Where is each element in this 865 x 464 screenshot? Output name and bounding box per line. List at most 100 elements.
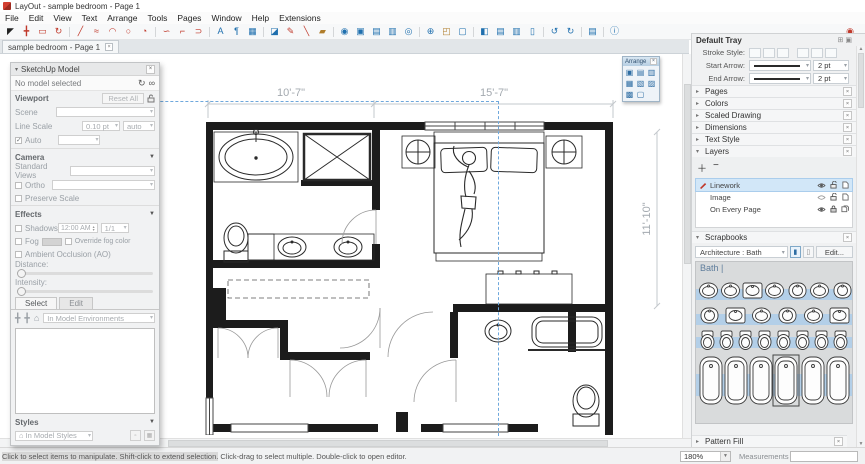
- scrapbook-edit-button[interactable]: Edit...: [816, 246, 853, 258]
- add-page-icon[interactable]: ▣: [353, 25, 368, 39]
- panel-close-icon[interactable]: ×: [146, 65, 155, 74]
- menu-arrange[interactable]: Arrange: [102, 13, 142, 23]
- section-layers[interactable]: ▾ Layers ×: [692, 145, 856, 157]
- fog-checkbox[interactable]: [15, 238, 22, 245]
- layer-lock-icon[interactable]: [828, 193, 838, 201]
- text-tool-icon[interactable]: A: [213, 25, 228, 39]
- refresh-model-icon[interactable]: ↻: [138, 78, 146, 89]
- label-tool-icon[interactable]: ¶: [229, 25, 244, 39]
- ortho-dropdown[interactable]: [52, 180, 155, 190]
- shadows-checkbox[interactable]: [15, 225, 22, 232]
- layer-visible-icon[interactable]: [816, 206, 826, 213]
- copy-icon[interactable]: ▤: [493, 25, 508, 39]
- tab-close-icon[interactable]: ×: [105, 43, 113, 51]
- arrange-close-icon[interactable]: ×: [650, 58, 657, 65]
- select-tool-icon[interactable]: ◤: [3, 25, 18, 39]
- presenter-view-icon[interactable]: ◎: [401, 25, 416, 39]
- flip-horizontal-icon[interactable]: ▧: [635, 78, 646, 89]
- start-arrow-style-dropdown[interactable]: [749, 60, 811, 71]
- section-colors-close-icon[interactable]: ×: [843, 99, 852, 108]
- environments-dropdown[interactable]: In Model Environments: [43, 313, 155, 323]
- layer-page-icon[interactable]: [840, 193, 850, 201]
- rectangle-tool-icon[interactable]: ▭: [35, 25, 50, 39]
- section-text-style[interactable]: ▸ Text Style ×: [692, 133, 856, 145]
- offset-tool-icon[interactable]: ⊃: [191, 25, 206, 39]
- dimension-label-right[interactable]: 11'-10": [641, 202, 653, 235]
- ortho-checkbox[interactable]: [15, 182, 22, 189]
- redo-icon[interactable]: ↻: [563, 25, 578, 39]
- styles-grid-button[interactable]: ▦: [144, 430, 155, 441]
- stroke-cap-1-button[interactable]: [797, 48, 809, 58]
- section-colors[interactable]: ▸ Colors ×: [692, 97, 856, 109]
- styles-dropdown[interactable]: ⌂In Model Styles: [15, 431, 93, 441]
- menu-help[interactable]: Help: [247, 13, 274, 23]
- section-scaled-drawing[interactable]: ▸ Scaled Drawing ×: [692, 109, 856, 121]
- section-scrapbooks[interactable]: ▾ Scrapbooks ×: [692, 231, 856, 243]
- distance-slider[interactable]: [17, 272, 153, 275]
- format-painter-icon[interactable]: ◧: [477, 25, 492, 39]
- menu-view[interactable]: View: [48, 13, 76, 23]
- layer-locked-icon[interactable]: [828, 205, 838, 213]
- camera-filter-icon[interactable]: ▼: [149, 154, 155, 160]
- freehand-tool-icon[interactable]: ≈: [89, 25, 104, 39]
- canvas-vertical-scrollbar[interactable]: [682, 54, 691, 438]
- tab-edit[interactable]: Edit: [59, 297, 93, 309]
- eraser-tool-icon[interactable]: ◪: [267, 25, 282, 39]
- stroke-cap-2-button[interactable]: [811, 48, 823, 58]
- send-to-back-icon[interactable]: ▦: [624, 78, 635, 89]
- section-dimensions-close-icon[interactable]: ×: [843, 123, 852, 132]
- layer-shared-pages-icon[interactable]: [840, 205, 850, 213]
- pan-environment-icon[interactable]: ╋: [15, 313, 20, 324]
- section-scrapbooks-close-icon[interactable]: ×: [843, 233, 852, 242]
- tray-options-icon[interactable]: ▣: [845, 36, 852, 44]
- zoom-dropdown-arrow-icon[interactable]: ▼: [720, 452, 730, 461]
- orbit-environment-icon[interactable]: ╋: [24, 313, 29, 324]
- layer-page-icon[interactable]: [840, 181, 850, 189]
- menu-edit[interactable]: Edit: [24, 13, 49, 23]
- section-pages[interactable]: ▸ Pages ×: [692, 85, 856, 97]
- table-tool-icon[interactable]: ▦: [245, 25, 260, 39]
- scroll-down-icon[interactable]: ▼: [857, 441, 865, 447]
- bring-to-front-icon[interactable]: ▣: [624, 67, 635, 78]
- scrapbook-grid-view-icon[interactable]: ▯: [803, 246, 814, 258]
- previous-page-icon[interactable]: ▤: [369, 25, 384, 39]
- measurements-input[interactable]: [790, 451, 858, 462]
- ao-checkbox[interactable]: [15, 251, 22, 258]
- arc-tool-icon[interactable]: ◠: [105, 25, 120, 39]
- menu-pages[interactable]: Pages: [172, 13, 206, 23]
- style-tool-icon[interactable]: ✎: [283, 25, 298, 39]
- stroke-cap-3-button[interactable]: [825, 48, 837, 58]
- menu-tools[interactable]: Tools: [142, 13, 172, 23]
- open-icon[interactable]: ◰: [439, 25, 454, 39]
- layer-hidden-icon[interactable]: [816, 194, 826, 201]
- effects-filter-icon[interactable]: ▼: [149, 211, 155, 217]
- bring-forward-icon[interactable]: ▤: [635, 67, 646, 78]
- styles-filter-icon[interactable]: ▼: [149, 419, 155, 425]
- next-page-icon[interactable]: ▥: [385, 25, 400, 39]
- layer-row-linework[interactable]: Linework: [696, 179, 852, 191]
- send-backward-icon[interactable]: ▥: [646, 67, 657, 78]
- line-scale-dropdown[interactable]: 0.10 pt: [82, 121, 120, 131]
- preserve-scale-checkbox[interactable]: [15, 195, 22, 202]
- scroll-up-icon[interactable]: ▲: [857, 46, 865, 52]
- line-scale-mode-dropdown[interactable]: auto: [123, 121, 155, 131]
- menu-text[interactable]: Text: [77, 13, 103, 23]
- stroke-style-1-button[interactable]: [749, 48, 761, 58]
- standard-views-dropdown[interactable]: [70, 166, 155, 176]
- flip-vertical-icon[interactable]: ▨: [646, 78, 657, 89]
- menu-extensions[interactable]: Extensions: [274, 13, 326, 23]
- layer-visible-icon[interactable]: [816, 182, 826, 189]
- zoom-select[interactable]: 180% ▼: [680, 451, 731, 462]
- save-icon[interactable]: ▢: [455, 25, 470, 39]
- info-icon[interactable]: ⓘ: [607, 25, 622, 39]
- shadow-time-spinner[interactable]: 12:00 AM▴▾: [58, 223, 98, 233]
- tray-scrollbar[interactable]: ▲ ▼: [856, 46, 865, 447]
- stroke-style-3-button[interactable]: [777, 48, 789, 58]
- fog-color-swatch[interactable]: [42, 238, 62, 246]
- reset-all-button[interactable]: Reset All: [102, 93, 144, 104]
- layer-row-on-every-page[interactable]: On Every Page: [696, 203, 852, 215]
- section-text-style-close-icon[interactable]: ×: [843, 135, 852, 144]
- print-icon[interactable]: ▤: [585, 25, 600, 39]
- rotate-tool-icon[interactable]: ↻: [51, 25, 66, 39]
- remove-layer-icon[interactable]: −: [713, 160, 719, 175]
